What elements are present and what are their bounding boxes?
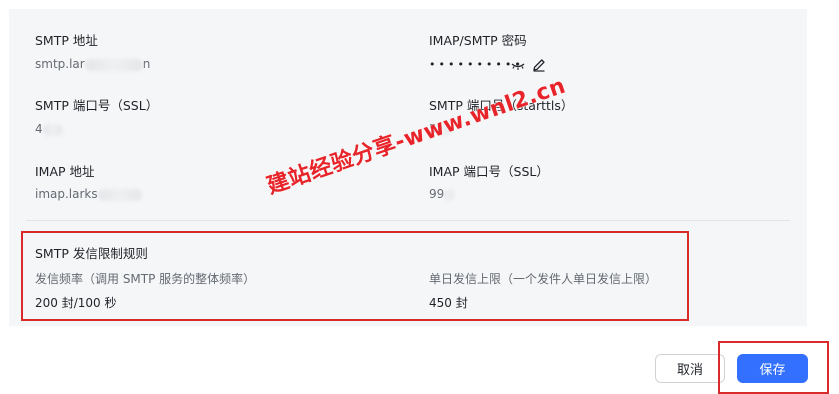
imap-address-value: imap.larks bbox=[35, 187, 142, 201]
smtp-address-value: smtp.lar n bbox=[35, 57, 150, 71]
smtp-address-suffix: n bbox=[142, 57, 151, 71]
smtp-port-ssl-value: 4 bbox=[35, 122, 63, 136]
smtp-port-ssl-text: 4 bbox=[35, 122, 43, 136]
cancel-button[interactable]: 取消 bbox=[655, 354, 725, 383]
smtp-address-text: smtp.lar bbox=[35, 57, 85, 71]
redacted-blur bbox=[97, 188, 142, 201]
pencil-icon[interactable] bbox=[531, 57, 547, 73]
smtp-port-ssl-label: SMTP 端口号（SSL） bbox=[35, 98, 159, 113]
section-divider bbox=[26, 220, 790, 221]
rate-limit-highlight-box bbox=[21, 231, 689, 321]
imap-address-text: imap.larks bbox=[35, 187, 98, 201]
eye-closed-icon[interactable] bbox=[510, 58, 526, 74]
imap-address-label: IMAP 地址 bbox=[35, 164, 95, 179]
redacted-blur bbox=[42, 123, 63, 136]
imap-port-ssl-label: IMAP 端口号（SSL） bbox=[429, 164, 549, 179]
redacted-blur bbox=[444, 188, 455, 201]
imap-port-ssl-text: 99 bbox=[429, 187, 445, 201]
imap-port-ssl-value: 99 bbox=[429, 187, 455, 201]
redacted-blur bbox=[84, 58, 143, 71]
password-label: IMAP/SMTP 密码 bbox=[429, 33, 527, 48]
save-highlight-box bbox=[718, 341, 829, 394]
smtp-address-label: SMTP 地址 bbox=[35, 33, 98, 48]
